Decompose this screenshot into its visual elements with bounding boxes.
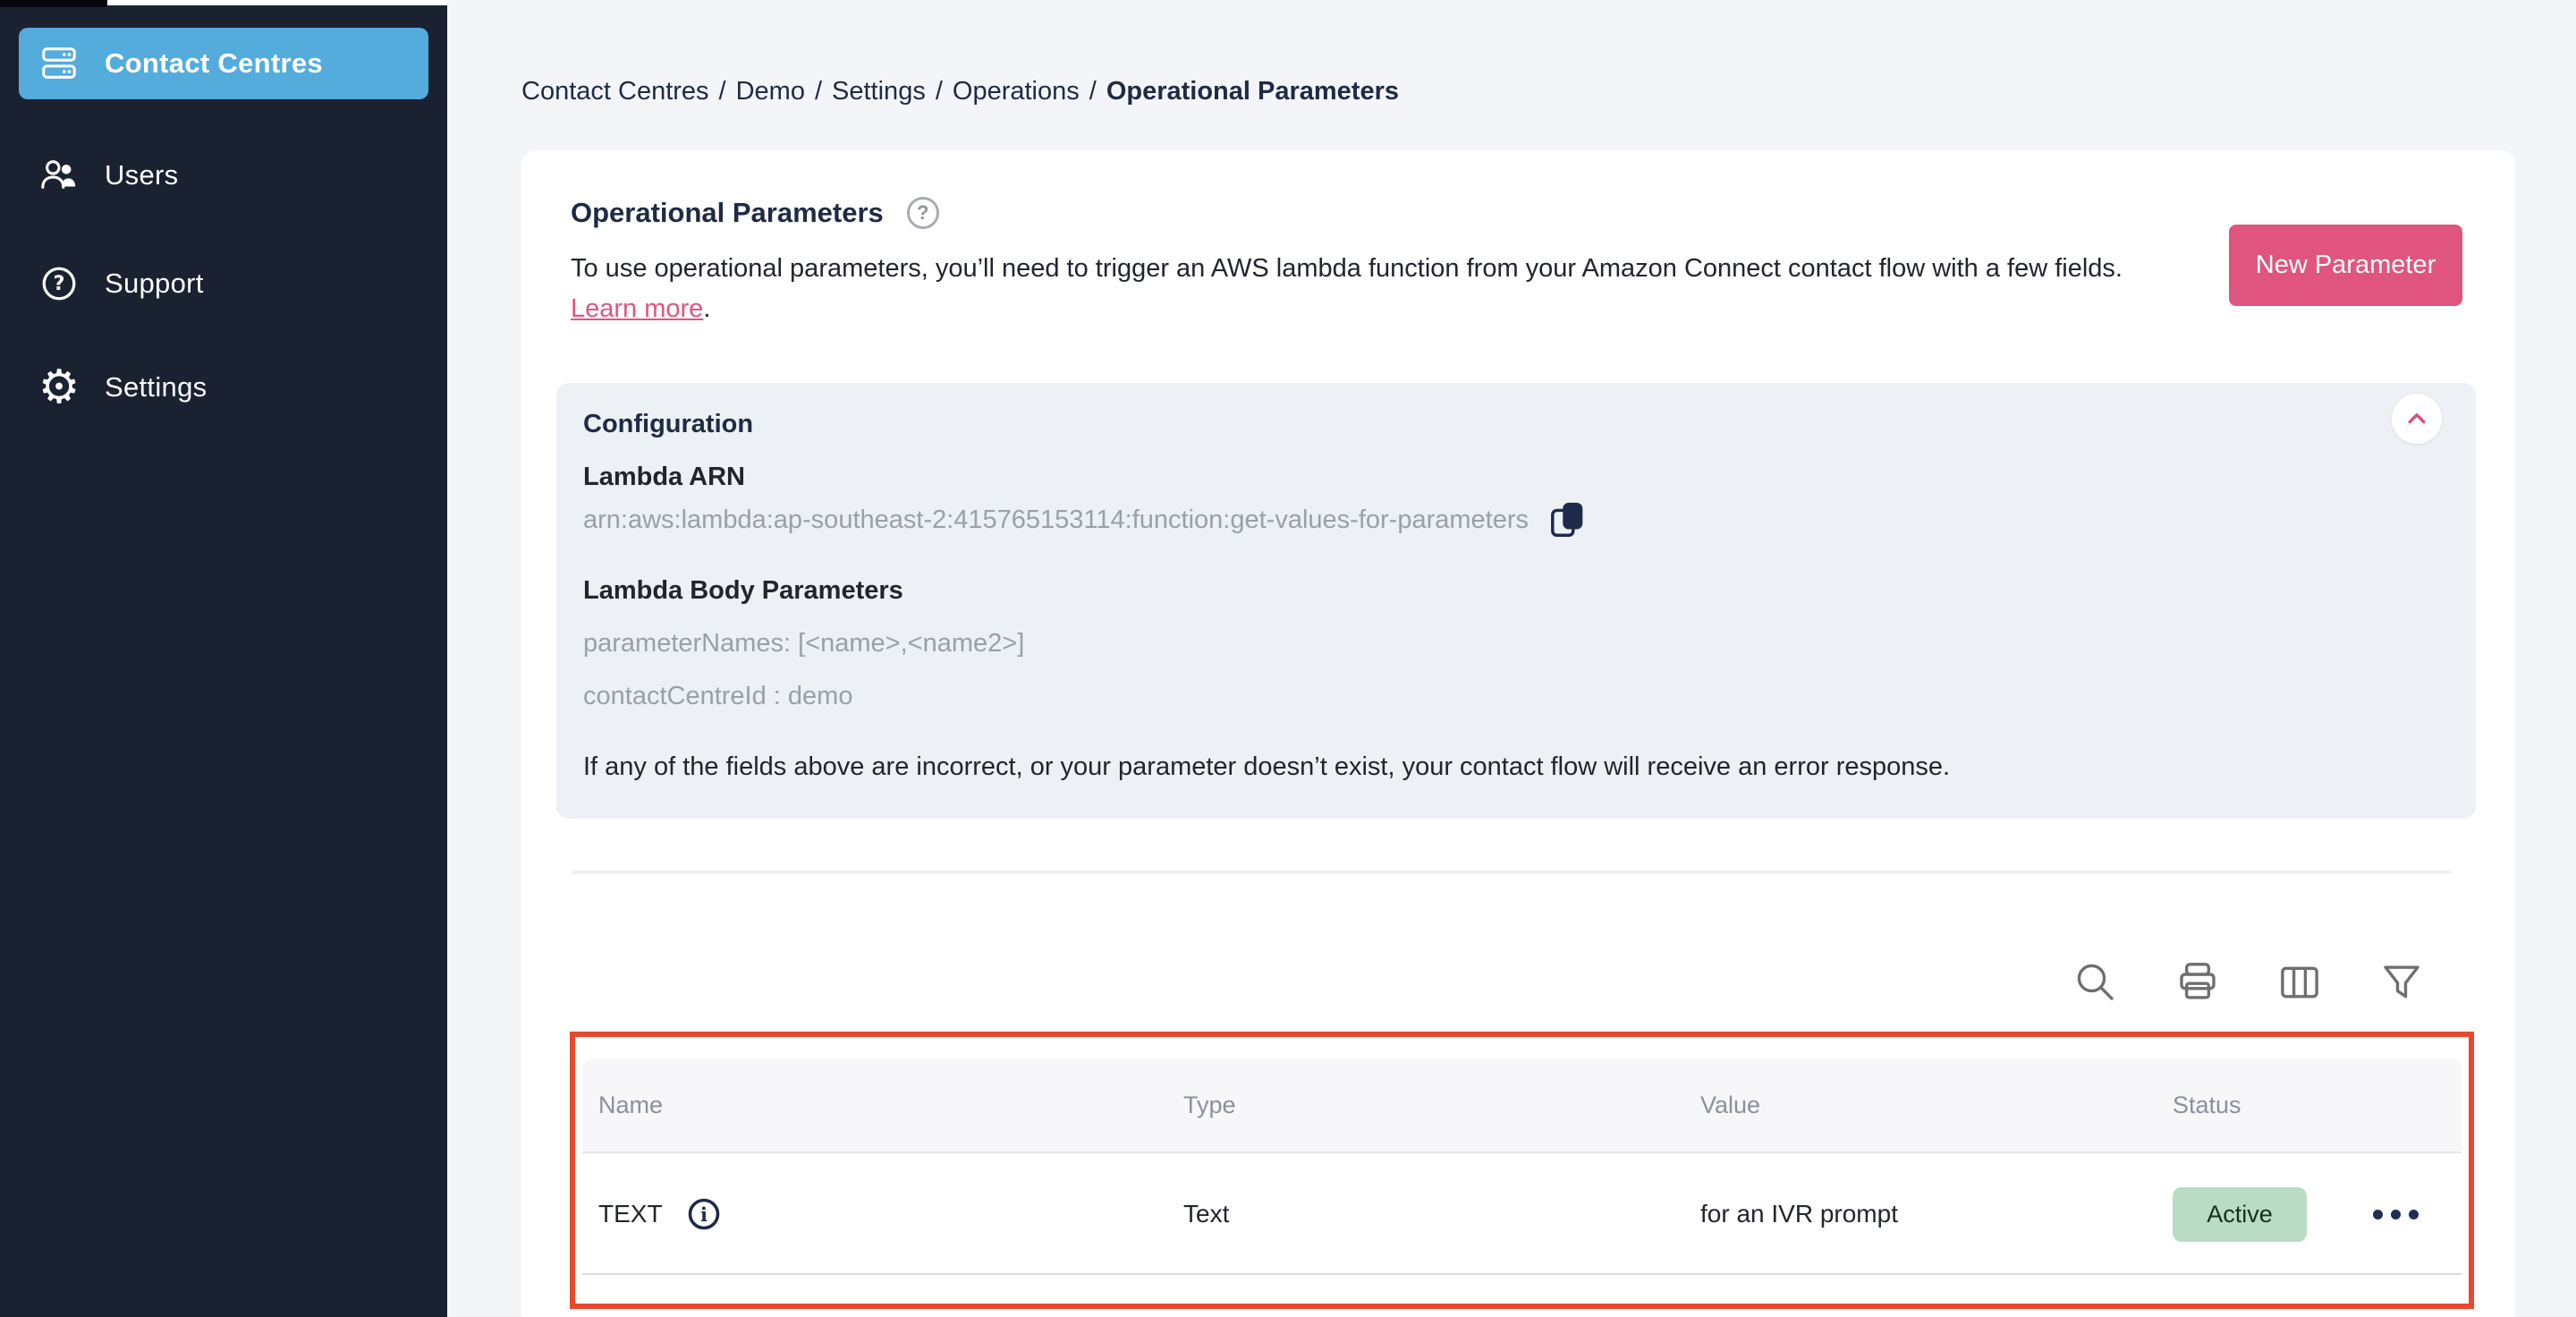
column-header-name[interactable]: Name — [598, 1092, 1183, 1119]
section-divider — [572, 871, 2451, 874]
sidebar-item-support[interactable]: ? Support — [19, 248, 428, 319]
users-icon — [38, 155, 80, 196]
breadcrumb-demo[interactable]: Demo — [736, 77, 805, 106]
sidebar-item-label: Support — [105, 268, 204, 299]
row-divider — [582, 1273, 2462, 1275]
table-toolbar — [2072, 958, 2426, 1007]
new-parameter-button[interactable]: New Parameter — [2229, 225, 2462, 306]
lambda-arn-label: Lambda ARN — [583, 463, 745, 491]
table-row: TEXT i Text for an IVR prompt Active — [582, 1155, 2462, 1273]
cell-value: for an IVR prompt — [1700, 1200, 1898, 1228]
chevron-up-icon — [2402, 404, 2432, 434]
column-header-status[interactable]: Status — [2173, 1092, 2462, 1119]
column-header-type[interactable]: Type — [1183, 1092, 1700, 1119]
sidebar-item-label: Contact Centres — [105, 47, 323, 79]
status-badge: Active — [2173, 1186, 2307, 1242]
configuration-panel: Configuration Lambda ARN arn:aws:lambda:… — [556, 383, 2476, 819]
top-window-strip-black — [0, 0, 107, 7]
breadcrumb-settings[interactable]: Settings — [832, 77, 926, 106]
table-header-row: Name Type Value Status — [582, 1058, 2462, 1153]
copy-icon[interactable] — [1548, 499, 1589, 540]
sidebar-item-label: Users — [105, 159, 179, 191]
columns-button[interactable] — [2275, 958, 2324, 1007]
top-window-strip — [107, 0, 447, 5]
breadcrumb-current: Operational Parameters — [1106, 77, 1400, 106]
page-title-row: Operational Parameters ? — [571, 197, 939, 229]
row-actions-button[interactable] — [2364, 1201, 2428, 1228]
parameter-names-value: parameterNames: [<name>,<name2>] — [583, 629, 1025, 658]
main-card: Operational Parameters ? To use operatio… — [521, 150, 2515, 1317]
parameter-name: TEXT — [598, 1200, 663, 1228]
support-icon: ? — [38, 263, 80, 304]
description-text: To use operational parameters, you’ll ne… — [571, 254, 2123, 283]
column-header-value[interactable]: Value — [1700, 1092, 2173, 1119]
sidebar-item-contact-centres[interactable]: Contact Centres — [19, 28, 428, 99]
svg-text:?: ? — [54, 273, 65, 295]
collapse-configuration-button[interactable] — [2392, 394, 2442, 444]
svg-text:i: i — [700, 1203, 708, 1226]
sidebar-item-users[interactable]: Users — [19, 140, 428, 211]
contact-centre-id-value: contactCentreId : demo — [583, 682, 853, 710]
info-icon: i — [686, 1196, 722, 1232]
filter-icon — [2377, 958, 2426, 1007]
learn-more-link[interactable]: Learn more — [571, 294, 703, 323]
page-description: To use operational parameters, you’ll ne… — [571, 254, 2123, 323]
sidebar-item-label: Settings — [105, 371, 208, 403]
ellipsis-icon — [2373, 1209, 2383, 1219]
help-icon[interactable]: ? — [906, 197, 939, 229]
info-button[interactable]: i — [686, 1196, 722, 1232]
breadcrumb-contact-centres[interactable]: Contact Centres — [521, 77, 709, 106]
search-icon — [2072, 958, 2120, 1007]
sidebar-item-settings[interactable]: ⚙ Settings — [19, 352, 428, 423]
printer-icon — [2174, 958, 2222, 1007]
cell-type: Text — [1183, 1200, 1230, 1228]
search-button[interactable] — [2072, 958, 2120, 1007]
parameters-table-highlight: Name Type Value Status TEXT i Text for a… — [570, 1032, 2474, 1309]
lambda-arn-row: arn:aws:lambda:ap-southeast-2:4157651531… — [583, 499, 2449, 540]
lambda-arn-value: arn:aws:lambda:ap-southeast-2:4157651531… — [583, 505, 1529, 534]
filter-button[interactable] — [2377, 958, 2426, 1007]
sidebar: Contact Centres Users ? Support ⚙ Settin… — [0, 5, 447, 1317]
print-button[interactable] — [2174, 958, 2222, 1007]
configuration-error-note: If any of the fields above are incorrect… — [583, 752, 1951, 781]
configuration-title: Configuration — [583, 410, 754, 438]
settings-icon: ⚙ — [38, 361, 80, 414]
page-title: Operational Parameters — [571, 197, 884, 228]
cell-name: TEXT i — [598, 1196, 1183, 1232]
cell-status: Active — [2173, 1186, 2462, 1242]
lambda-body-parameters-label: Lambda Body Parameters — [583, 576, 903, 605]
breadcrumb-operations[interactable]: Operations — [953, 77, 1080, 106]
breadcrumb: Contact Centres / Demo / Settings / Operations… — [521, 77, 1400, 106]
contact-centres-icon — [38, 43, 80, 84]
columns-icon — [2275, 958, 2324, 1007]
